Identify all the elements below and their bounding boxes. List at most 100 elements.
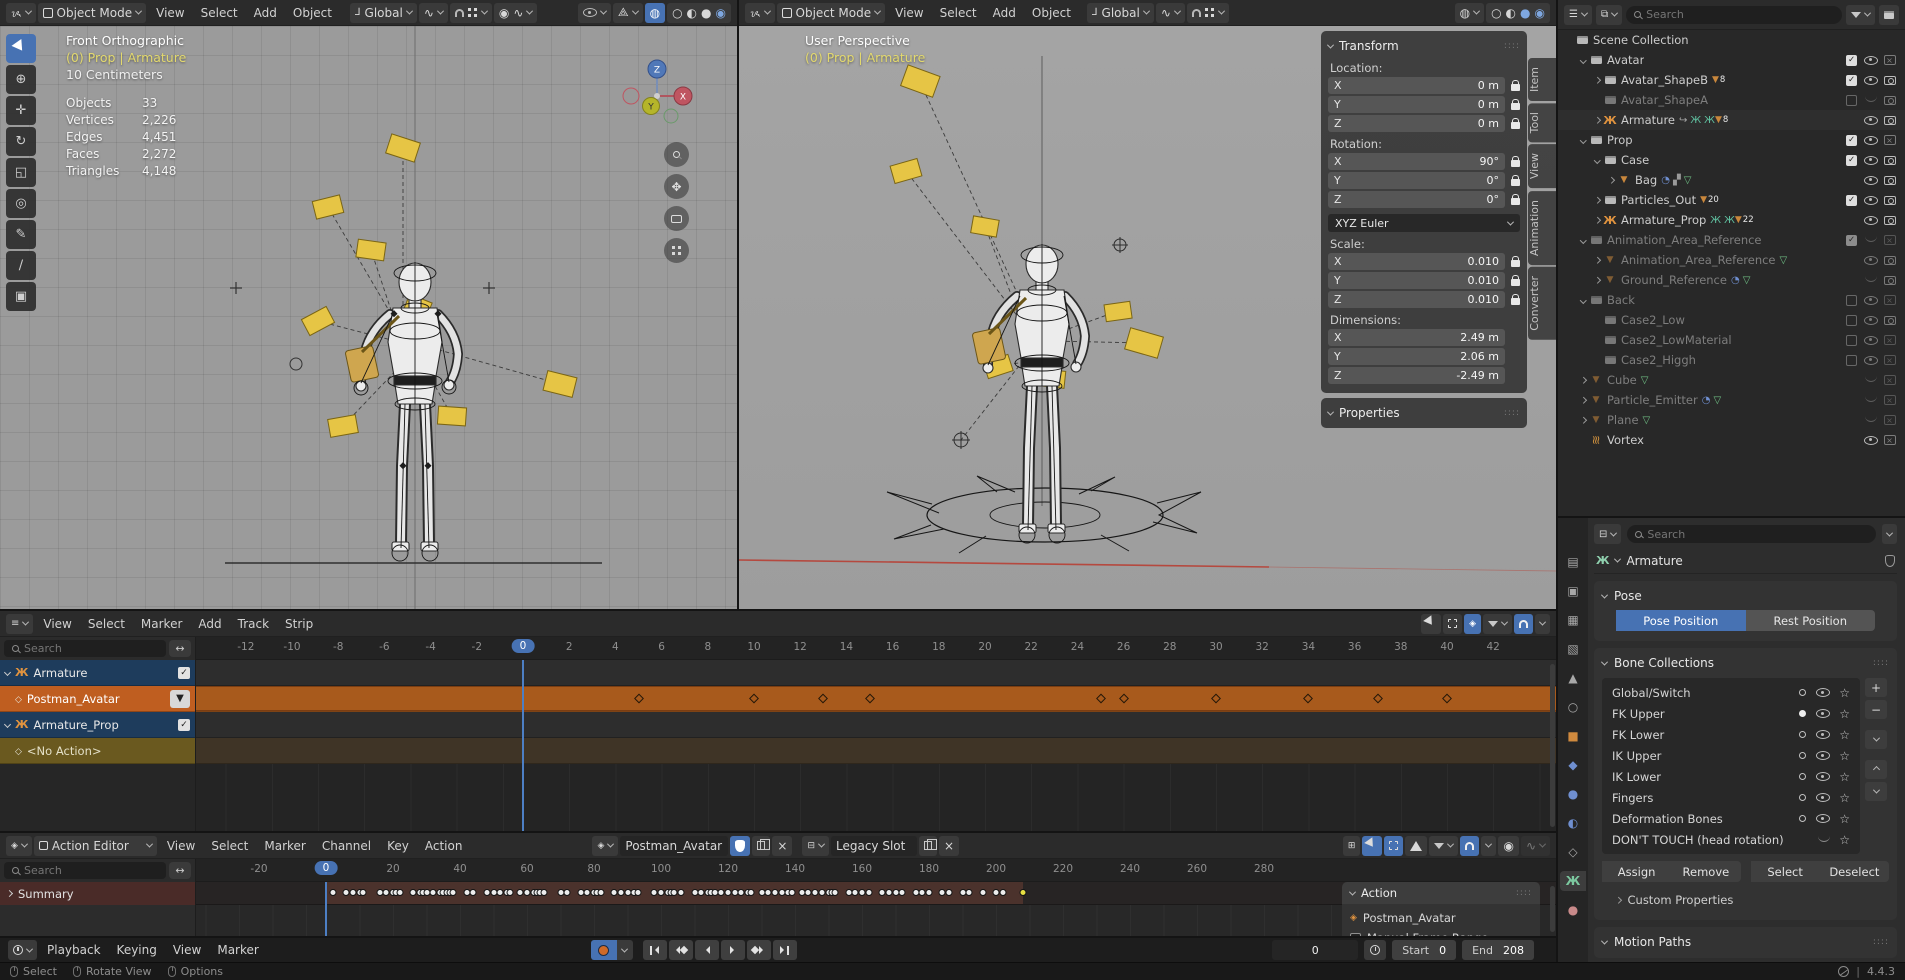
hide-eye-icon[interactable] (1864, 196, 1878, 205)
properties-tab[interactable] (1560, 668, 1586, 688)
action-button[interactable]: Remove (1671, 861, 1740, 882)
hide-eye-icon[interactable] (1864, 296, 1878, 305)
hide-eye-icon[interactable] (1865, 235, 1877, 242)
expand-range-icon[interactable]: ↔ (169, 862, 191, 879)
exclude-checkbox[interactable] (1846, 295, 1857, 306)
tool-scale[interactable]: ◱ (6, 158, 36, 187)
solo-dot-icon[interactable] (1799, 731, 1806, 738)
dope-ruler[interactable]: -202040608010012014016018020022024026028… (196, 859, 1556, 882)
menu-item[interactable]: View (159, 834, 203, 858)
view-object-types-button[interactable] (578, 3, 611, 23)
expander-icon[interactable] (1578, 378, 1588, 383)
menu-item[interactable]: View (887, 1, 931, 25)
menu-item[interactable]: Keying (109, 938, 165, 962)
bone-collection-row[interactable]: IK Lower ☆ (1604, 766, 1858, 787)
menu-item[interactable]: View (35, 612, 79, 636)
keyframe-dot[interactable] (634, 889, 641, 896)
fake-user-toggle[interactable] (730, 836, 750, 856)
render-camera-icon[interactable] (1884, 196, 1896, 205)
render-camera-icon[interactable] (1884, 335, 1896, 345)
prev-keyframe-button[interactable] (669, 940, 693, 960)
visibility-eye-icon[interactable] (1816, 814, 1830, 823)
viewport1-canvas[interactable]: ⊕ ✛ ↻ ◱ ◎ ✎ ∕ ▣ Front Orthographic (0) P… (0, 26, 737, 609)
outliner-row[interactable]: Prop ▼ (1558, 130, 1905, 150)
menu-item[interactable]: Add (190, 612, 229, 636)
search-field[interactable] (4, 640, 166, 657)
hide-eye-icon[interactable] (1864, 356, 1878, 365)
tool-measure[interactable]: ∕ (6, 251, 36, 280)
outliner-row[interactable]: Particles_Out ▼20 (1558, 190, 1905, 210)
action-button[interactable]: Select (1751, 861, 1820, 882)
pan-hand-icon[interactable]: ✥ (664, 174, 689, 199)
keyframe-dot[interactable] (966, 889, 973, 896)
expander-icon[interactable] (1592, 158, 1602, 163)
strip-keyframe[interactable] (1373, 694, 1383, 704)
tool-annotate[interactable]: ✎ (6, 220, 36, 249)
orientation-dropdown[interactable]: ⅃Global (1087, 3, 1154, 23)
properties-tab[interactable] (1560, 813, 1586, 833)
render-camera-icon[interactable] (1884, 415, 1896, 425)
render-camera-icon[interactable] (1884, 76, 1896, 85)
pose-position-button[interactable]: Rest Position (1746, 610, 1876, 631)
search-input[interactable] (24, 864, 124, 877)
strip-keyframe[interactable] (1303, 694, 1313, 704)
bone-collection-row[interactable]: Global/Switch ☆ (1604, 682, 1858, 703)
pose-panel-header[interactable]: Pose (1602, 586, 1889, 606)
properties-tab[interactable] (1560, 726, 1586, 746)
auto-keying-record-button[interactable] (591, 940, 617, 960)
lock-icon[interactable] (1511, 298, 1520, 305)
hide-eye-icon[interactable] (1864, 176, 1878, 185)
channel-checkbox[interactable] (178, 667, 190, 679)
hide-eye-icon[interactable] (1864, 216, 1878, 225)
filter-dropdown[interactable] (1483, 614, 1512, 634)
lock-icon[interactable] (1511, 103, 1520, 110)
properties-tab[interactable] (1560, 871, 1586, 891)
add-collection-button[interactable]: + (1865, 678, 1887, 697)
editor-type-button[interactable]: ᝰ (745, 3, 775, 23)
outliner-row[interactable]: Case2_Higgh ▼ (1558, 350, 1905, 370)
transform-value-field[interactable]: Z-2.49 m (1328, 367, 1505, 384)
menu-item[interactable]: Select (193, 1, 246, 25)
hide-eye-icon[interactable] (1865, 275, 1877, 282)
properties-options-dropdown[interactable] (1882, 524, 1897, 544)
outliner-row[interactable]: Avatar_ShapeA ▼ (1558, 90, 1905, 110)
expander-icon[interactable] (1592, 198, 1602, 203)
favorite-star-icon[interactable]: ☆ (1839, 707, 1850, 721)
action-browse-dropdown[interactable]: ◈ (592, 836, 618, 856)
search-field[interactable] (4, 862, 166, 879)
jump-to-end-button[interactable] (773, 940, 797, 960)
expander-icon[interactable] (1592, 258, 1602, 263)
panel-grip[interactable]: :::: (1873, 937, 1889, 947)
expander-icon[interactable] (1592, 118, 1602, 123)
lock-icon[interactable] (1511, 279, 1520, 286)
expander-icon[interactable] (1592, 278, 1602, 283)
outliner-row[interactable]: Avatar ▼ (1558, 50, 1905, 70)
keyframe-dot[interactable] (946, 889, 953, 896)
keyframe-dot[interactable] (748, 889, 755, 896)
menu-item[interactable]: View (165, 938, 209, 962)
menu-item[interactable]: Key (379, 834, 417, 858)
strip-keyframe[interactable] (865, 694, 875, 704)
slot-dropdown[interactable]: ⊟ (802, 836, 829, 856)
strip-keyframe[interactable] (749, 694, 759, 704)
favorite-star-icon[interactable]: ☆ (1839, 770, 1850, 784)
render-camera-icon[interactable] (1884, 375, 1896, 385)
properties-tab[interactable] (1560, 639, 1586, 659)
visibility-eye-icon[interactable] (1816, 751, 1830, 760)
solo-dot-icon[interactable] (1799, 689, 1806, 696)
keyframe-dot[interactable] (450, 889, 457, 896)
menu-item[interactable]: View (148, 1, 192, 25)
tool-select-box[interactable] (6, 34, 36, 63)
nla-track[interactable] (196, 660, 1556, 686)
panel-grip[interactable]: :::: (1516, 888, 1532, 898)
outliner-row[interactable]: Scene Collection ▼ (1558, 30, 1905, 50)
exclude-checkbox[interactable] (1846, 355, 1857, 366)
layered-anim-icon[interactable]: ⊞ (1343, 836, 1361, 856)
menu-item[interactable]: Action (417, 834, 471, 858)
menu-item[interactable]: Select (80, 612, 133, 636)
solo-dot-icon[interactable] (1799, 752, 1806, 759)
transform-panel-header[interactable]: Transform:::: (1328, 36, 1520, 56)
marquee-select-icon[interactable] (1443, 614, 1462, 634)
editor-type-button[interactable]: ≡ (6, 614, 33, 634)
expander-icon[interactable] (1578, 418, 1588, 423)
